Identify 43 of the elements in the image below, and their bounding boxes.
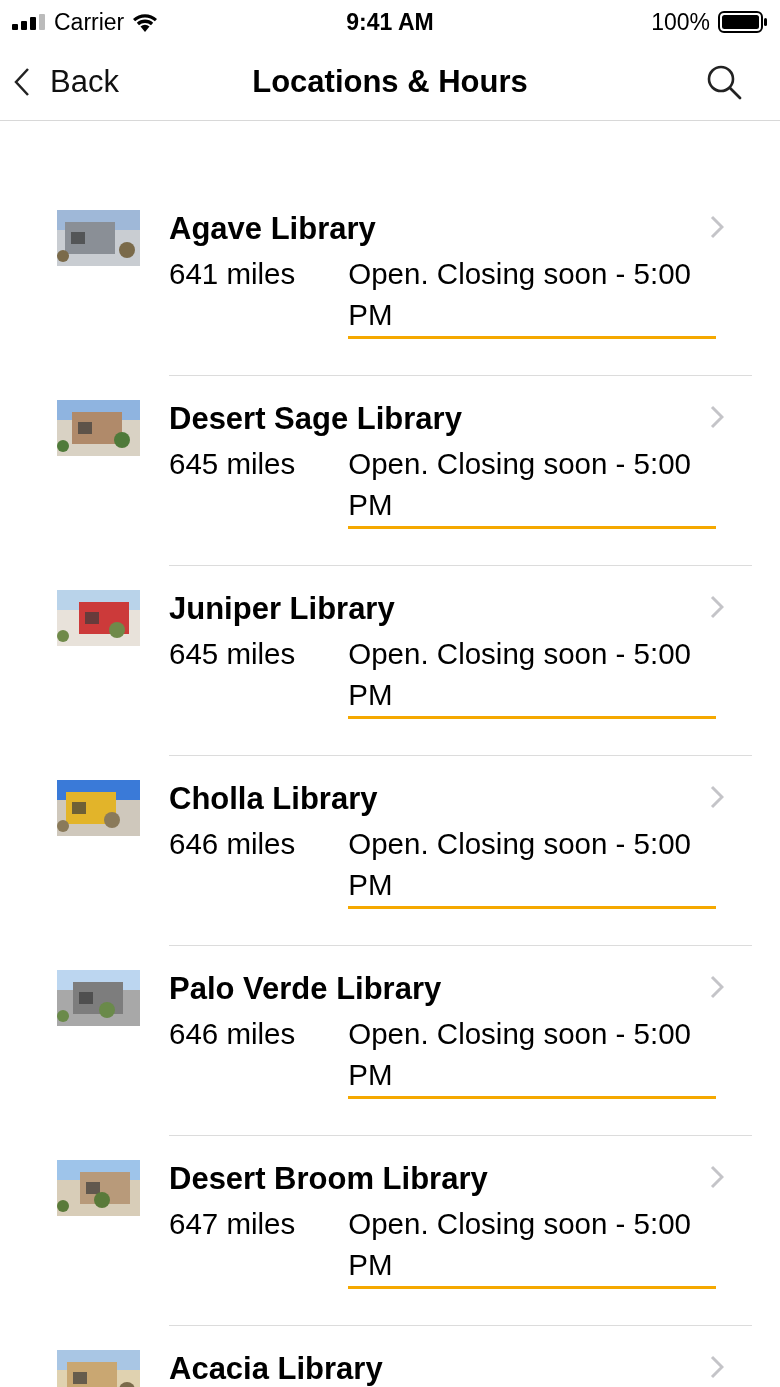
clock-time: 9:41 AM: [346, 8, 434, 36]
distance-text: 641 miles: [169, 256, 296, 292]
location-row[interactable]: Juniper Library 645 miles Open. Closing soon - 5:00 PM: [0, 589, 780, 779]
distance-text: 646 miles: [169, 1016, 296, 1052]
chevron-right-icon: [710, 975, 724, 999]
hours-status: Open. Closing soon - 5:00 PM: [348, 1203, 717, 1289]
wifi-icon: [132, 12, 159, 32]
chevron-right-icon: [710, 1165, 724, 1189]
location-row[interactable]: Cholla Library 646 miles Open. Closing soon - 5:00 PM: [0, 779, 780, 969]
hours-status: Open. Closing soon - 5:00 PM: [348, 633, 717, 719]
distance-text: 645 miles: [169, 636, 296, 672]
location-row[interactable]: Palo Verde Library 646 miles Open. Closing soon - 5:00 PM: [0, 969, 780, 1159]
distance-text: 646 miles: [169, 826, 296, 862]
distance-text: 645 miles: [169, 446, 296, 482]
library-name: Agave Library: [169, 210, 376, 248]
chevron-right-icon: [710, 215, 724, 239]
battery-percent: 100%: [651, 8, 710, 36]
battery-icon: [718, 11, 768, 33]
hours-status: Open. Closing soon - 5:00 PM: [348, 443, 717, 529]
hours-status: Open. Closing soon - 5:00 PM: [348, 253, 717, 339]
location-row[interactable]: Agave Library 641 miles Open. Closing soon - 5:00 PM: [0, 209, 780, 399]
hours-status: Open. Closing soon - 5:00 PM: [348, 1013, 717, 1099]
hours-status: Open. Closing soon - 5:00 PM: [348, 823, 717, 909]
library-name: Cholla Library: [169, 780, 378, 818]
location-row[interactable]: Acacia Library: [0, 1349, 780, 1387]
signal-icon: [12, 14, 46, 30]
chevron-right-icon: [710, 785, 724, 809]
chevron-right-icon: [710, 595, 724, 619]
library-name: Acacia Library: [169, 1350, 383, 1387]
search-icon[interactable]: [706, 64, 742, 100]
distance-text: 647 miles: [169, 1206, 296, 1242]
chevron-right-icon: [710, 1355, 724, 1379]
back-button[interactable]: Back: [14, 64, 119, 100]
library-name: Desert Sage Library: [169, 400, 462, 438]
chevron-right-icon: [710, 405, 724, 429]
location-row[interactable]: Desert Broom Library 647 miles Open. Closing soon - 5:00 PM: [0, 1159, 780, 1349]
library-name: Palo Verde Library: [169, 970, 442, 1008]
back-chevron-icon: [14, 67, 30, 97]
location-row[interactable]: Desert Sage Library 645 miles Open. Closing soon - 5:00 PM: [0, 399, 780, 589]
page-title: Locations & Hours: [252, 64, 528, 100]
library-name: Juniper Library: [169, 590, 395, 628]
carrier-name: Carrier: [54, 8, 125, 36]
library-name: Desert Broom Library: [169, 1160, 488, 1198]
